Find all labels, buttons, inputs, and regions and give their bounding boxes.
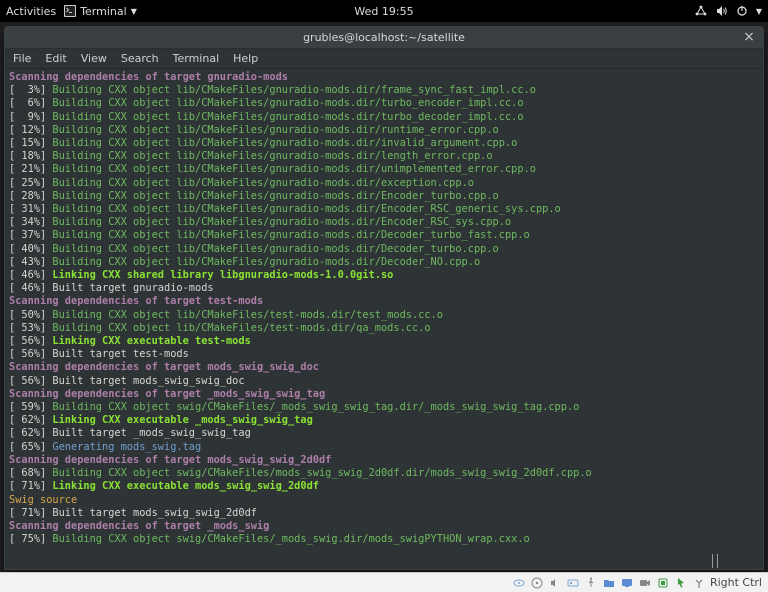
- menu-help[interactable]: Help: [233, 52, 258, 65]
- vm-network-icon[interactable]: [566, 576, 580, 590]
- vm-status-bar: Right Ctrl: [0, 572, 768, 592]
- vm-audio-icon[interactable]: [548, 576, 562, 590]
- terminal-icon: [64, 5, 76, 17]
- gnome-top-bar: Activities Terminal ▼ Wed 19:55 ▼: [0, 0, 768, 22]
- vm-optical-icon[interactable]: [530, 576, 544, 590]
- vm-harddisk-icon[interactable]: [512, 576, 526, 590]
- vm-recording-icon[interactable]: [638, 576, 652, 590]
- vm-display-icon[interactable]: [620, 576, 634, 590]
- system-status-area[interactable]: ▼: [694, 5, 762, 17]
- network-icon: [694, 5, 708, 17]
- close-button[interactable]: ×: [741, 29, 757, 45]
- menu-bar: File Edit View Search Terminal Help: [5, 49, 763, 69]
- vm-cpu-icon[interactable]: [656, 576, 670, 590]
- app-menu-button[interactable]: Terminal ▼: [64, 5, 137, 18]
- menu-edit[interactable]: Edit: [45, 52, 66, 65]
- window-title: grubles@localhost:~/satellite: [303, 31, 465, 44]
- text-cursor-icon: [712, 554, 718, 568]
- window-titlebar[interactable]: grubles@localhost:~/satellite ×: [5, 27, 763, 49]
- app-menu-label: Terminal: [80, 5, 127, 18]
- vm-hostkey-icon: [692, 576, 706, 590]
- terminal-output[interactable]: Scanning dependencies of target gnuradio…: [5, 69, 763, 569]
- menu-terminal[interactable]: Terminal: [173, 52, 220, 65]
- volume-icon: [716, 5, 728, 17]
- menu-file[interactable]: File: [13, 52, 31, 65]
- chevron-down-icon: ▼: [756, 7, 762, 16]
- menu-search[interactable]: Search: [121, 52, 159, 65]
- menu-view[interactable]: View: [81, 52, 107, 65]
- chevron-down-icon: ▼: [131, 7, 137, 16]
- vm-mouse-icon[interactable]: [674, 576, 688, 590]
- terminal-window: grubles@localhost:~/satellite × File Edi…: [4, 26, 764, 570]
- clock[interactable]: Wed 19:55: [354, 5, 413, 18]
- vm-usb-icon[interactable]: [584, 576, 598, 590]
- vm-shared-folder-icon[interactable]: [602, 576, 616, 590]
- power-icon: [736, 5, 748, 17]
- vm-hostkey-label: Right Ctrl: [710, 576, 762, 589]
- activities-button[interactable]: Activities: [6, 5, 56, 18]
